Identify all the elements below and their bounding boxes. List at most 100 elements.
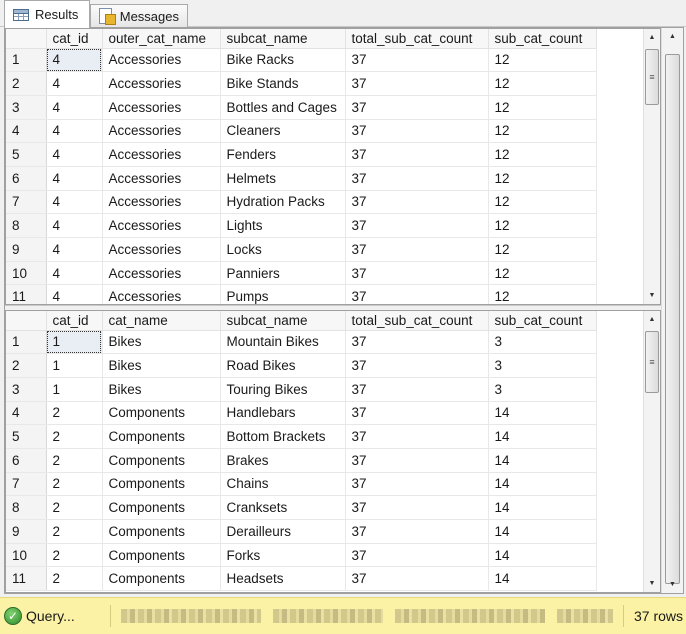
table-row[interactable]: 1 1 Bikes Mountain Bikes 37 3 bbox=[6, 330, 597, 355]
cell[interactable]: Accessories bbox=[102, 166, 221, 191]
cell[interactable]: 12 bbox=[488, 213, 597, 238]
table-row[interactable]: 10 4 Accessories Panniers 37 12 bbox=[6, 261, 597, 286]
cell[interactable]: Derailleurs bbox=[220, 519, 346, 544]
table-row[interactable]: 11 4 Accessories Pumps 37 12 bbox=[6, 284, 597, 304]
cell[interactable]: Accessories bbox=[102, 142, 221, 167]
cell[interactable]: Components bbox=[102, 424, 221, 449]
row-number[interactable]: 11 bbox=[6, 566, 47, 592]
table-row[interactable]: 2 4 Accessories Bike Stands 37 12 bbox=[6, 71, 597, 96]
cell[interactable]: 37 bbox=[345, 119, 489, 144]
scroll-down-button[interactable]: ▼ bbox=[662, 576, 683, 593]
row-number[interactable]: 2 bbox=[6, 71, 47, 96]
cell[interactable]: 4 bbox=[46, 95, 103, 120]
cell[interactable]: 2 bbox=[46, 543, 103, 568]
table-row[interactable]: 7 4 Accessories Hydration Packs 37 12 bbox=[6, 190, 597, 215]
scroll-up-button[interactable]: ▲ bbox=[644, 29, 660, 46]
cell[interactable]: Accessories bbox=[102, 237, 221, 262]
cell[interactable]: 2 bbox=[46, 495, 103, 520]
column-header[interactable]: sub_cat_count bbox=[488, 311, 597, 331]
cell[interactable]: 14 bbox=[488, 448, 597, 473]
cell[interactable]: Helmets bbox=[220, 166, 346, 191]
cell[interactable]: 12 bbox=[488, 119, 597, 144]
cell[interactable]: Pumps bbox=[220, 284, 346, 304]
table-row[interactable]: 3 4 Accessories Bottles and Cages 37 12 bbox=[6, 95, 597, 120]
cell[interactable]: 12 bbox=[488, 166, 597, 191]
cell[interactable]: Cranksets bbox=[220, 495, 346, 520]
row-header-corner[interactable] bbox=[6, 311, 47, 331]
cell[interactable]: 4 bbox=[46, 71, 103, 96]
cell[interactable]: Bikes bbox=[102, 377, 221, 402]
cell[interactable]: 14 bbox=[488, 424, 597, 449]
cell[interactable]: 37 bbox=[345, 566, 489, 592]
table-row[interactable]: 3 1 Bikes Touring Bikes 37 3 bbox=[6, 377, 597, 402]
row-number[interactable]: 2 bbox=[6, 353, 47, 378]
grid-2-vertical-scrollbar[interactable]: ▲ ≡ ▼ bbox=[643, 311, 660, 592]
cell[interactable]: 2 bbox=[46, 566, 103, 592]
table-row[interactable]: 9 2 Components Derailleurs 37 14 bbox=[6, 519, 597, 544]
row-number[interactable]: 11 bbox=[6, 284, 47, 304]
cell[interactable]: 4 bbox=[46, 237, 103, 262]
cell[interactable]: 37 bbox=[345, 142, 489, 167]
cell[interactable]: 1 bbox=[46, 330, 103, 355]
cell[interactable]: Hydration Packs bbox=[220, 190, 346, 215]
cell[interactable]: 2 bbox=[46, 448, 103, 473]
row-number[interactable]: 7 bbox=[6, 190, 47, 215]
table-row[interactable]: 8 2 Components Cranksets 37 14 bbox=[6, 495, 597, 520]
scroll-thumb[interactable]: ≡ bbox=[645, 331, 659, 393]
cell[interactable]: 4 bbox=[46, 119, 103, 144]
cell[interactable]: 3 bbox=[488, 353, 597, 378]
cell[interactable]: 12 bbox=[488, 142, 597, 167]
table-row[interactable]: 1 4 Accessories Bike Racks 37 12 bbox=[6, 48, 597, 73]
cell[interactable]: Road Bikes bbox=[220, 353, 346, 378]
scroll-up-button[interactable]: ▲ bbox=[644, 311, 660, 328]
cell[interactable]: Accessories bbox=[102, 190, 221, 215]
cell[interactable]: 37 bbox=[345, 95, 489, 120]
row-number[interactable]: 1 bbox=[6, 330, 47, 355]
row-number[interactable]: 10 bbox=[6, 543, 47, 568]
row-header-corner[interactable] bbox=[6, 29, 47, 49]
cell[interactable]: 3 bbox=[488, 377, 597, 402]
cell[interactable]: Accessories bbox=[102, 95, 221, 120]
cell[interactable]: 12 bbox=[488, 48, 597, 73]
row-number[interactable]: 4 bbox=[6, 401, 47, 426]
cell[interactable]: Fenders bbox=[220, 142, 346, 167]
cell[interactable]: 14 bbox=[488, 543, 597, 568]
row-number[interactable]: 8 bbox=[6, 495, 47, 520]
row-number[interactable]: 7 bbox=[6, 472, 47, 497]
cell[interactable]: Cleaners bbox=[220, 119, 346, 144]
cell[interactable]: Accessories bbox=[102, 261, 221, 286]
cell[interactable]: 4 bbox=[46, 261, 103, 286]
column-header[interactable]: subcat_name bbox=[220, 311, 346, 331]
column-header[interactable]: cat_id bbox=[46, 311, 103, 331]
cell[interactable]: Brakes bbox=[220, 448, 346, 473]
result-grid-1[interactable]: cat_id outer_cat_name subcat_name total_sub… bbox=[5, 28, 661, 305]
row-number[interactable]: 5 bbox=[6, 142, 47, 167]
cell[interactable]: 14 bbox=[488, 472, 597, 497]
cell[interactable]: 37 bbox=[345, 424, 489, 449]
cell[interactable]: Accessories bbox=[102, 71, 221, 96]
cell[interactable]: Bike Racks bbox=[220, 48, 346, 73]
cell[interactable]: 4 bbox=[46, 166, 103, 191]
cell[interactable]: Lights bbox=[220, 213, 346, 238]
row-number[interactable]: 8 bbox=[6, 213, 47, 238]
cell[interactable]: Components bbox=[102, 495, 221, 520]
scroll-thumb[interactable]: ≡ bbox=[645, 49, 659, 105]
scroll-down-button[interactable]: ▼ bbox=[644, 287, 660, 304]
table-row[interactable]: 11 2 Components Headsets 37 14 bbox=[6, 566, 597, 592]
table-row[interactable]: 5 2 Components Bottom Brackets 37 14 bbox=[6, 424, 597, 449]
cell[interactable]: Components bbox=[102, 543, 221, 568]
cell[interactable]: 37 bbox=[345, 448, 489, 473]
row-number[interactable]: 6 bbox=[6, 448, 47, 473]
cell[interactable]: Locks bbox=[220, 237, 346, 262]
cell[interactable]: Panniers bbox=[220, 261, 346, 286]
cell[interactable]: Components bbox=[102, 401, 221, 426]
cell[interactable]: Components bbox=[102, 472, 221, 497]
cell[interactable]: Handlebars bbox=[220, 401, 346, 426]
cell[interactable]: 12 bbox=[488, 71, 597, 96]
cell[interactable]: Chains bbox=[220, 472, 346, 497]
table-row[interactable]: 5 4 Accessories Fenders 37 12 bbox=[6, 142, 597, 167]
cell[interactable]: 37 bbox=[345, 519, 489, 544]
cell[interactable]: Touring Bikes bbox=[220, 377, 346, 402]
cell[interactable]: 2 bbox=[46, 424, 103, 449]
table-row[interactable]: 10 2 Components Forks 37 14 bbox=[6, 543, 597, 568]
